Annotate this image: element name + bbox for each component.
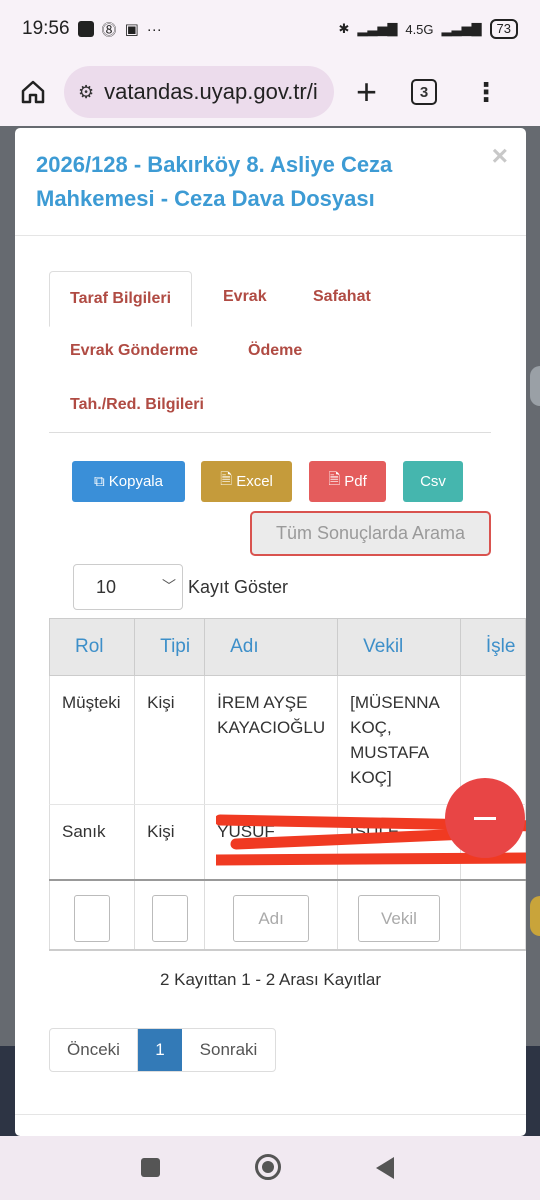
tab-taraf-bilgileri[interactable]: Taraf Bilgileri <box>49 271 193 327</box>
modal-title: 2026/128 - Bakırköy 8. Asliye Ceza Mahke… <box>36 152 393 211</box>
tab-evrak-gonderme[interactable]: Evrak Gönderme <box>70 342 198 360</box>
page-length-control: 10 ﹀ Kayıt Göster <box>73 564 288 610</box>
back-button[interactable] <box>376 1157 394 1179</box>
minus-icon <box>474 816 496 820</box>
home-button[interactable] <box>16 75 50 109</box>
app-icon: ⓼ <box>101 21 117 39</box>
notification-icon <box>77 21 94 37</box>
tab-switcher-button[interactable]: 3 <box>411 79 438 105</box>
pagination-prev[interactable]: Önceki <box>50 1029 138 1071</box>
cell-vekil: [MÜSENNA KOÇ, MUSTAFA KOÇ] <box>337 675 461 805</box>
cell-adi: İREM AYŞE KAYACIOĞLU <box>204 675 339 805</box>
site-settings-icon[interactable]: ⚙ <box>78 82 94 103</box>
search-all-results-button[interactable]: Tüm Sonuçlarda Arama <box>250 511 491 556</box>
modal-header: 2026/128 - Bakırköy 8. Asliye Ceza Mahke… <box>15 128 526 236</box>
tab-tah-red-bilgileri[interactable]: Tah./Red. Bilgileri <box>70 396 204 414</box>
backdrop-edge-button <box>530 896 540 936</box>
filter-vekil-input[interactable]: Vekil <box>358 894 440 942</box>
cell-rol: Müşteki <box>48 675 136 805</box>
filter-adi-input[interactable]: Adı <box>233 894 310 942</box>
cell-rol: Sanık <box>48 804 136 881</box>
close-button[interactable]: × <box>492 140 508 172</box>
pagination-next[interactable]: Sonraki <box>182 1029 275 1071</box>
window-icon: ▣ <box>124 21 139 38</box>
more-notifications-icon: ··· <box>146 20 162 38</box>
new-tab-button[interactable]: + <box>356 74 377 110</box>
case-file-modal: 2026/128 - Bakırköy 8. Asliye Ceza Mahke… <box>15 128 526 1136</box>
collapse-fab-button[interactable] <box>445 778 525 858</box>
address-bar[interactable]: ⚙ vatandas.uyap.gov.tr/i <box>64 66 334 118</box>
excel-icon: 🗎 <box>220 471 233 488</box>
pdf-icon: 🗎 <box>328 471 341 488</box>
page-length-select[interactable]: 10 ﹀ <box>73 564 183 610</box>
tab-odeme[interactable]: Ödeme <box>248 342 302 360</box>
chevron-down-icon: ﹀ <box>162 578 176 594</box>
col-adi[interactable]: Adı <box>204 618 339 676</box>
pdf-button[interactable]: 🗎 Pdf <box>309 461 386 502</box>
status-bar: 19:56 ⓼ ▣ ··· ✱ ▂▃▅▇ 4.5G ▂▃▅▇ 73 <box>0 0 540 58</box>
pagination-page-1[interactable]: 1 <box>138 1029 182 1071</box>
battery-icon: 73 <box>489 19 518 39</box>
cell-tipi: Kişi <box>134 675 206 805</box>
col-rol[interactable]: Rol <box>48 618 136 676</box>
col-tipi[interactable]: Tipi <box>134 618 206 676</box>
browser-menu-button[interactable]: ⋮ <box>473 79 499 105</box>
csv-button[interactable]: Csv <box>403 461 463 502</box>
system-nav-bar <box>0 1136 540 1200</box>
recents-button[interactable] <box>141 1158 160 1177</box>
signal-icon: ▂▃▅▇ <box>357 21 398 36</box>
bluetooth-icon: ✱ <box>338 21 350 36</box>
tab-bar: Taraf Bilgileri Evrak Safahat Evrak Gönd… <box>49 271 491 433</box>
url-text: vatandas.uyap.gov.tr/i <box>104 79 318 104</box>
col-islem[interactable]: İşle <box>459 618 526 676</box>
browser-toolbar: ⚙ vatandas.uyap.gov.tr/i + 3 ⋮ <box>0 58 540 126</box>
page-length-label: Kayıt Göster <box>188 576 289 597</box>
status-time: 19:56 <box>22 18 70 39</box>
tab-evrak[interactable]: Evrak <box>223 288 267 306</box>
excel-button[interactable]: 🗎 Excel <box>201 461 292 502</box>
modal-footer-divider <box>15 1114 526 1115</box>
status-icons: ✱ ▂▃▅▇ 4.5G ▂▃▅▇ 73 <box>338 19 518 39</box>
tab-safahat[interactable]: Safahat <box>313 288 371 306</box>
table-info: 2 Kayıttan 1 - 2 Arası Kayıtlar <box>159 970 382 989</box>
backdrop-scroll-indicator <box>530 366 540 406</box>
filter-row: Adı Vekil <box>48 879 526 951</box>
signal-icon-2: ▂▃▅▇ <box>441 21 482 36</box>
pagination: Önceki 1 Sonraki <box>49 1028 276 1072</box>
table-header: Rol Tipi Adı Vekil İşle <box>48 618 526 676</box>
filter-tipi-input[interactable] <box>151 894 188 942</box>
cell-tipi: Kişi <box>134 804 206 881</box>
home-nav-button[interactable] <box>255 1154 281 1180</box>
parties-table: Rol Tipi Adı Vekil İşle Müşteki Kişi İRE… <box>48 618 526 951</box>
copy-icon: ⧉ <box>94 473 105 490</box>
network-type: 4.5G <box>405 21 434 37</box>
col-vekil[interactable]: Vekil <box>337 618 461 676</box>
copy-button[interactable]: ⧉ Kopyala <box>72 461 185 502</box>
table-row: Müşteki Kişi İREM AYŞE KAYACIOĞLU [MÜSEN… <box>48 675 526 805</box>
home-icon <box>21 80 45 104</box>
filter-rol-input[interactable] <box>74 894 111 942</box>
